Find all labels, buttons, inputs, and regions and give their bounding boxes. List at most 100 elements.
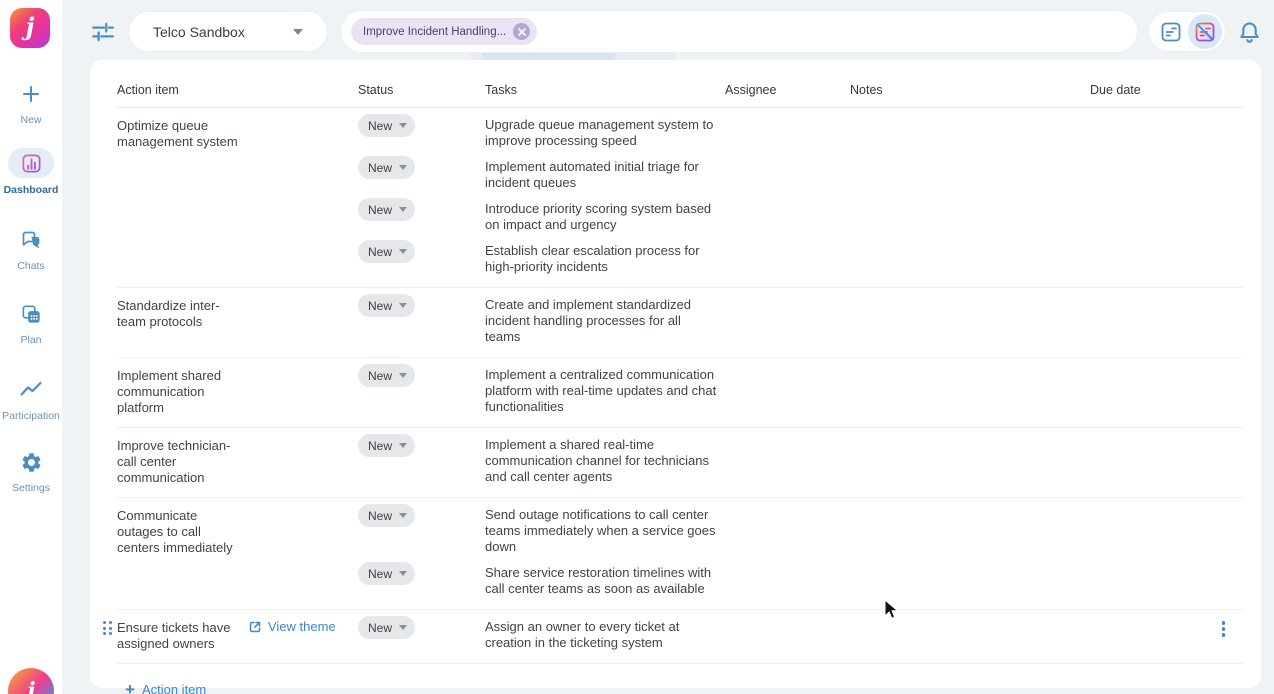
action-item-title[interactable]: Standardize inter-team protocols xyxy=(117,298,239,330)
add-action-item-button[interactable]: + Action item xyxy=(125,682,206,694)
workspace-selector[interactable]: Telco Sandbox xyxy=(128,11,328,52)
due-date-cell[interactable] xyxy=(1090,367,1243,415)
bell-icon[interactable] xyxy=(1235,18,1263,46)
sidebar-item-participation[interactable]: Participation xyxy=(0,376,62,422)
assignee-cell[interactable] xyxy=(725,201,850,233)
caret-down-icon xyxy=(399,443,407,448)
assignee-cell[interactable] xyxy=(725,565,850,597)
assignee-cell[interactable] xyxy=(725,619,850,651)
task-text[interactable]: Share service restoration timelines with… xyxy=(485,565,725,597)
row-menu-icon[interactable] xyxy=(1222,621,1226,637)
status-dropdown[interactable]: New xyxy=(358,364,415,387)
task-text[interactable]: Implement automated initial triage for i… xyxy=(485,159,725,191)
action-item-title[interactable]: Communicate outages to call centers imme… xyxy=(117,508,239,556)
status-dropdown[interactable]: New xyxy=(358,240,415,263)
task-row: New Assign an owner to every ticket at c… xyxy=(358,619,1243,651)
sidebar-item-label: Participation xyxy=(2,410,60,422)
due-date-cell[interactable] xyxy=(1090,243,1243,275)
sidebar-item-new[interactable]: New xyxy=(0,80,62,126)
action-item-title[interactable]: Optimize queue management system xyxy=(117,118,239,150)
status-dropdown[interactable]: New xyxy=(358,434,415,457)
workspace-name: Telco Sandbox xyxy=(153,24,293,40)
task-row: New Upgrade queue management system to i… xyxy=(358,117,1243,149)
assignee-cell[interactable] xyxy=(725,507,850,555)
task-text[interactable]: Upgrade queue management system to impro… xyxy=(485,117,725,149)
sidebar-item-chats[interactable]: Chats xyxy=(0,226,62,272)
mouse-cursor xyxy=(884,599,900,621)
due-date-cell[interactable] xyxy=(1090,117,1243,149)
task-text[interactable]: Implement a centralized communication pl… xyxy=(485,367,725,415)
task-text[interactable]: Introduce priority scoring system based … xyxy=(485,201,725,233)
due-date-cell[interactable] xyxy=(1090,159,1243,191)
notes-cell[interactable] xyxy=(850,367,1090,415)
due-date-cell[interactable] xyxy=(1090,437,1243,485)
status-dropdown[interactable]: New xyxy=(358,616,415,639)
status-dropdown[interactable]: New xyxy=(358,156,415,179)
notes-summary-icon[interactable] xyxy=(1159,20,1183,44)
notes-cell[interactable] xyxy=(850,507,1090,555)
theme-disabled-icon[interactable] xyxy=(1188,14,1222,49)
status-label: New xyxy=(368,161,392,175)
notes-cell[interactable] xyxy=(850,437,1090,485)
assignee-cell[interactable] xyxy=(725,437,850,485)
assignee-cell[interactable] xyxy=(725,117,850,149)
caret-down-icon xyxy=(399,571,407,576)
due-date-cell[interactable] xyxy=(1090,619,1243,651)
notes-cell[interactable] xyxy=(850,243,1090,275)
caret-down-icon xyxy=(399,373,407,378)
col-header-action-item: Action item xyxy=(117,83,179,97)
notes-cell[interactable] xyxy=(850,201,1090,233)
status-dropdown[interactable]: New xyxy=(358,114,415,137)
status-dropdown[interactable]: New xyxy=(358,504,415,527)
plus-icon xyxy=(21,80,41,108)
assignee-cell[interactable] xyxy=(725,297,850,345)
due-date-cell[interactable] xyxy=(1090,507,1243,555)
sidebar-item-dashboard[interactable]: Dashboard xyxy=(0,148,62,196)
task-text[interactable]: Create and implement standardized incide… xyxy=(485,297,725,345)
caret-down-icon xyxy=(399,165,407,170)
filter-bar[interactable]: Improve Incident Handling... xyxy=(340,10,1138,53)
task-row: New Send outage notifications to call ce… xyxy=(358,507,1243,555)
caret-down-icon xyxy=(399,625,407,630)
sidebar-item-label: Dashboard xyxy=(4,184,59,196)
view-theme-link[interactable]: View theme xyxy=(248,619,336,634)
sidebar-item-label: New xyxy=(20,114,41,126)
assignee-cell[interactable] xyxy=(725,159,850,191)
filter-chip[interactable]: Improve Incident Handling... xyxy=(351,18,537,45)
filter-chip-label: Improve Incident Handling... xyxy=(363,26,506,38)
due-date-cell[interactable] xyxy=(1090,565,1243,597)
notes-cell[interactable] xyxy=(850,619,1090,651)
due-date-cell[interactable] xyxy=(1090,297,1243,345)
action-item-group: Improve technician-call center communica… xyxy=(117,428,1243,498)
status-label: New xyxy=(368,621,392,635)
gear-icon xyxy=(20,448,43,476)
task-text[interactable]: Assign an owner to every ticket at creat… xyxy=(485,619,725,651)
sidebar-item-label: Settings xyxy=(12,482,50,494)
assignee-cell[interactable] xyxy=(725,243,850,275)
status-dropdown[interactable]: New xyxy=(358,198,415,221)
col-header-assignee: Assignee xyxy=(725,83,776,97)
notes-cell[interactable] xyxy=(850,297,1090,345)
action-item-title[interactable]: Implement shared communication platform xyxy=(117,368,239,416)
task-text[interactable]: Establish clear escalation process for h… xyxy=(485,243,725,275)
action-item-title[interactable]: Improve technician-call center communica… xyxy=(117,438,239,486)
task-text[interactable]: Send outage notifications to call center… xyxy=(485,507,725,555)
view-theme-label: View theme xyxy=(268,619,336,634)
action-item-title[interactable]: Ensure tickets have assigned owners xyxy=(117,620,239,652)
notes-cell[interactable] xyxy=(850,565,1090,597)
chip-remove-icon[interactable] xyxy=(513,23,530,40)
sidebar-item-settings[interactable]: Settings xyxy=(0,448,62,494)
status-dropdown[interactable]: New xyxy=(358,562,415,585)
app-logo[interactable]: j xyxy=(10,8,50,48)
task-text[interactable]: Implement a shared real-time communicati… xyxy=(485,437,725,485)
caret-down-icon xyxy=(399,303,407,308)
filter-sliders-icon[interactable] xyxy=(90,19,116,45)
due-date-cell[interactable] xyxy=(1090,201,1243,233)
assignee-cell[interactable] xyxy=(725,367,850,415)
status-dropdown[interactable]: New xyxy=(358,294,415,317)
notes-cell[interactable] xyxy=(850,117,1090,149)
notes-cell[interactable] xyxy=(850,159,1090,191)
col-header-notes: Notes xyxy=(850,83,883,97)
drag-handle-icon[interactable] xyxy=(103,621,112,635)
sidebar-item-plan[interactable]: Plan xyxy=(0,300,62,346)
